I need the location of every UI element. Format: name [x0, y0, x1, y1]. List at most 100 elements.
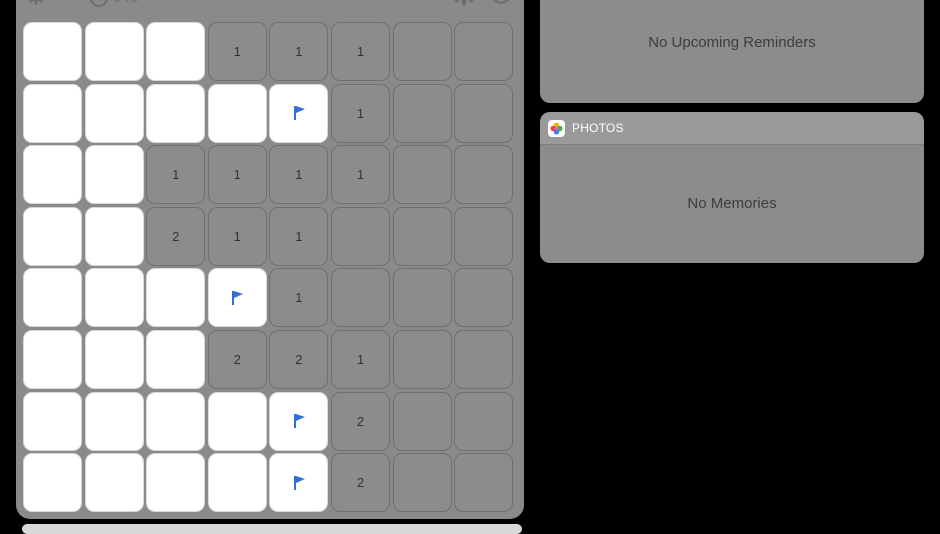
timer: 043: [88, 0, 138, 8]
cell-number[interactable]: 1: [269, 145, 329, 205]
cell-flagged[interactable]: [269, 83, 329, 143]
cell-empty[interactable]: [454, 268, 514, 328]
cell-covered[interactable]: [146, 22, 206, 81]
cell-empty[interactable]: [454, 22, 514, 81]
minesweeper-widget: 4 043: [16, 0, 524, 519]
refresh-icon: [493, 0, 510, 4]
cell-number-label: 1: [295, 228, 303, 244]
photos-widget[interactable]: PHOTOS No Memories: [540, 112, 924, 263]
photos-header[interactable]: PHOTOS: [540, 112, 924, 145]
settings-button[interactable]: [450, 0, 478, 6]
clock-icon: [90, 0, 108, 8]
cell-number-label: 1: [356, 105, 365, 121]
cell-covered[interactable]: [84, 453, 144, 513]
cell-number-label: 1: [356, 167, 365, 183]
cell-covered[interactable]: [207, 391, 267, 451]
cell-empty[interactable]: [392, 453, 452, 513]
cell-covered[interactable]: [84, 329, 144, 389]
minefield-grid: 1 1 1 1 1 1 1 1 2 1 1 1 2 2 1 2 2: [23, 22, 514, 513]
cell-number-label: 2: [172, 228, 180, 244]
flag-icon: [293, 106, 305, 121]
cell-number-label: 1: [233, 167, 241, 183]
cell-number[interactable]: 2: [207, 329, 267, 389]
cell-number-label: 1: [295, 167, 303, 183]
cell-number[interactable]: 1: [330, 83, 390, 143]
cell-covered[interactable]: [146, 83, 206, 143]
cell-number-label: 2: [295, 351, 303, 367]
reminders-empty-text: No Upcoming Reminders: [648, 34, 816, 51]
cell-number-label: 1: [356, 351, 365, 367]
photos-title: PHOTOS: [572, 121, 624, 135]
cell-covered[interactable]: [23, 83, 82, 143]
cell-empty[interactable]: [454, 391, 514, 451]
cell-covered[interactable]: [23, 453, 82, 513]
flag-icon: [293, 475, 305, 490]
cell-number-label: 1: [233, 228, 241, 244]
cell-empty[interactable]: [392, 206, 452, 266]
cell-covered[interactable]: [146, 329, 206, 389]
cell-number-label: 2: [233, 351, 241, 367]
cell-number-label: 1: [295, 44, 303, 59]
timer-value: 043: [113, 0, 138, 6]
cell-number[interactable]: 1: [207, 22, 267, 81]
cell-covered[interactable]: [23, 145, 82, 205]
cell-covered[interactable]: [84, 268, 144, 328]
photos-flower-icon: [550, 121, 563, 135]
cell-covered[interactable]: [23, 268, 82, 328]
cell-covered[interactable]: [146, 391, 206, 451]
cell-empty[interactable]: [392, 83, 452, 143]
cell-covered[interactable]: [84, 145, 144, 205]
cell-flagged[interactable]: [269, 453, 329, 513]
cell-covered[interactable]: [23, 329, 82, 389]
cell-empty[interactable]: [392, 391, 452, 451]
cell-number[interactable]: 2: [146, 206, 206, 266]
cell-covered[interactable]: [146, 268, 206, 328]
cell-number-label: 1: [295, 290, 303, 306]
cell-number[interactable]: 1: [146, 145, 206, 205]
cell-empty[interactable]: [392, 145, 452, 205]
cell-covered[interactable]: [84, 206, 144, 266]
cell-number[interactable]: 1: [269, 22, 329, 81]
cell-covered[interactable]: [23, 22, 82, 81]
cell-empty[interactable]: [392, 22, 452, 81]
cell-number[interactable]: 2: [330, 391, 390, 451]
mine-icon: [28, 0, 44, 5]
cell-empty[interactable]: [330, 268, 390, 328]
cell-empty[interactable]: [330, 206, 390, 266]
cell-empty[interactable]: [392, 329, 452, 389]
cell-empty[interactable]: [454, 453, 514, 513]
photos-app-icon: [548, 119, 565, 137]
cell-covered[interactable]: [84, 83, 144, 143]
cell-number-label: 2: [356, 475, 365, 491]
cell-number[interactable]: 1: [269, 268, 329, 328]
cell-empty[interactable]: [454, 145, 514, 205]
cell-covered[interactable]: [23, 391, 82, 451]
cell-number[interactable]: 1: [207, 206, 267, 266]
cell-number-label: 1: [233, 44, 241, 59]
reminders-widget: No Upcoming Reminders: [540, 0, 924, 103]
cell-number-label: 2: [356, 413, 365, 429]
cell-empty[interactable]: [454, 83, 514, 143]
cell-covered[interactable]: [23, 206, 82, 266]
cell-number[interactable]: 1: [330, 329, 390, 389]
cell-number[interactable]: 2: [269, 329, 329, 389]
cell-covered[interactable]: [146, 453, 206, 513]
cell-number[interactable]: 1: [330, 22, 390, 81]
cell-covered[interactable]: [207, 83, 267, 143]
flag-icon: [293, 414, 305, 429]
cell-covered[interactable]: [84, 22, 144, 81]
cell-number[interactable]: 2: [330, 453, 390, 513]
cell-flagged[interactable]: [269, 391, 329, 451]
cell-flagged[interactable]: [207, 268, 267, 328]
cell-number-label: 1: [356, 44, 365, 59]
cell-number-label: 1: [172, 167, 180, 183]
cell-empty[interactable]: [392, 268, 452, 328]
cell-covered[interactable]: [207, 453, 267, 513]
restart-button[interactable]: [488, 0, 514, 6]
cell-number[interactable]: 1: [269, 206, 329, 266]
cell-covered[interactable]: [84, 391, 144, 451]
cell-empty[interactable]: [454, 206, 514, 266]
cell-number[interactable]: 1: [330, 145, 390, 205]
cell-empty[interactable]: [454, 329, 514, 389]
cell-number[interactable]: 1: [207, 145, 267, 205]
